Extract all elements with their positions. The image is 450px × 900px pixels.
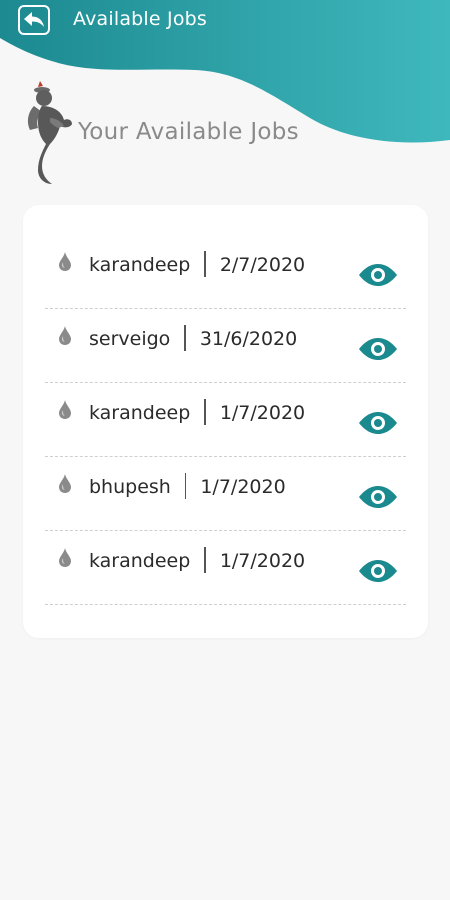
- separator: [204, 251, 206, 277]
- job-list-item[interactable]: serveigo 31/6/2020: [45, 309, 406, 383]
- jobs-card: karandeep 2/7/2020 serveigo 31/6/2020 ka…: [23, 205, 428, 638]
- view-job-button[interactable]: [358, 337, 398, 361]
- job-list-item[interactable]: bhupesh 1/7/2020: [45, 457, 406, 531]
- job-list-item[interactable]: karandeep 1/7/2020: [45, 383, 406, 457]
- section-title: Your Available Jobs: [78, 119, 299, 145]
- jobs-list: karandeep 2/7/2020 serveigo 31/6/2020 ka…: [45, 235, 406, 605]
- separator: [184, 473, 187, 499]
- job-name: karandeep: [89, 550, 191, 572]
- job-name: karandeep: [89, 402, 191, 424]
- job-info: karandeep 2/7/2020: [89, 251, 305, 277]
- job-list-item[interactable]: karandeep 2/7/2020: [45, 235, 406, 309]
- job-info: karandeep 1/7/2020: [89, 399, 305, 425]
- job-name: serveigo: [89, 328, 171, 350]
- genie-mascot-icon: [27, 81, 72, 184]
- header-title: Available Jobs: [73, 8, 208, 30]
- view-job-button[interactable]: [358, 263, 398, 287]
- job-date: 1/7/2020: [219, 550, 306, 572]
- job-name: bhupesh: [89, 476, 171, 498]
- view-job-button[interactable]: [358, 411, 398, 435]
- job-info: karandeep 1/7/2020: [89, 547, 305, 573]
- job-info: serveigo 31/6/2020: [89, 325, 297, 351]
- job-date: 31/6/2020: [199, 328, 298, 350]
- separator: [204, 547, 206, 573]
- job-date: 1/7/2020: [219, 402, 306, 424]
- available-jobs-screen: Available Jobs Your Available Jobs karan…: [0, 0, 450, 900]
- back-button[interactable]: [18, 5, 50, 35]
- job-name: karandeep: [89, 254, 191, 276]
- drop-icon: [59, 548, 71, 567]
- separator: [184, 325, 186, 351]
- job-date: 1/7/2020: [200, 476, 286, 498]
- drop-icon: [59, 474, 71, 493]
- separator: [204, 399, 206, 425]
- drop-icon: [59, 326, 71, 345]
- drop-icon: [59, 400, 71, 419]
- job-info: bhupesh 1/7/2020: [89, 473, 286, 499]
- job-date: 2/7/2020: [219, 254, 306, 276]
- job-list-item[interactable]: karandeep 1/7/2020: [45, 531, 406, 605]
- drop-icon: [59, 252, 71, 271]
- view-job-button[interactable]: [358, 559, 398, 583]
- back-arrow-icon: [24, 12, 44, 27]
- view-job-button[interactable]: [358, 485, 398, 509]
